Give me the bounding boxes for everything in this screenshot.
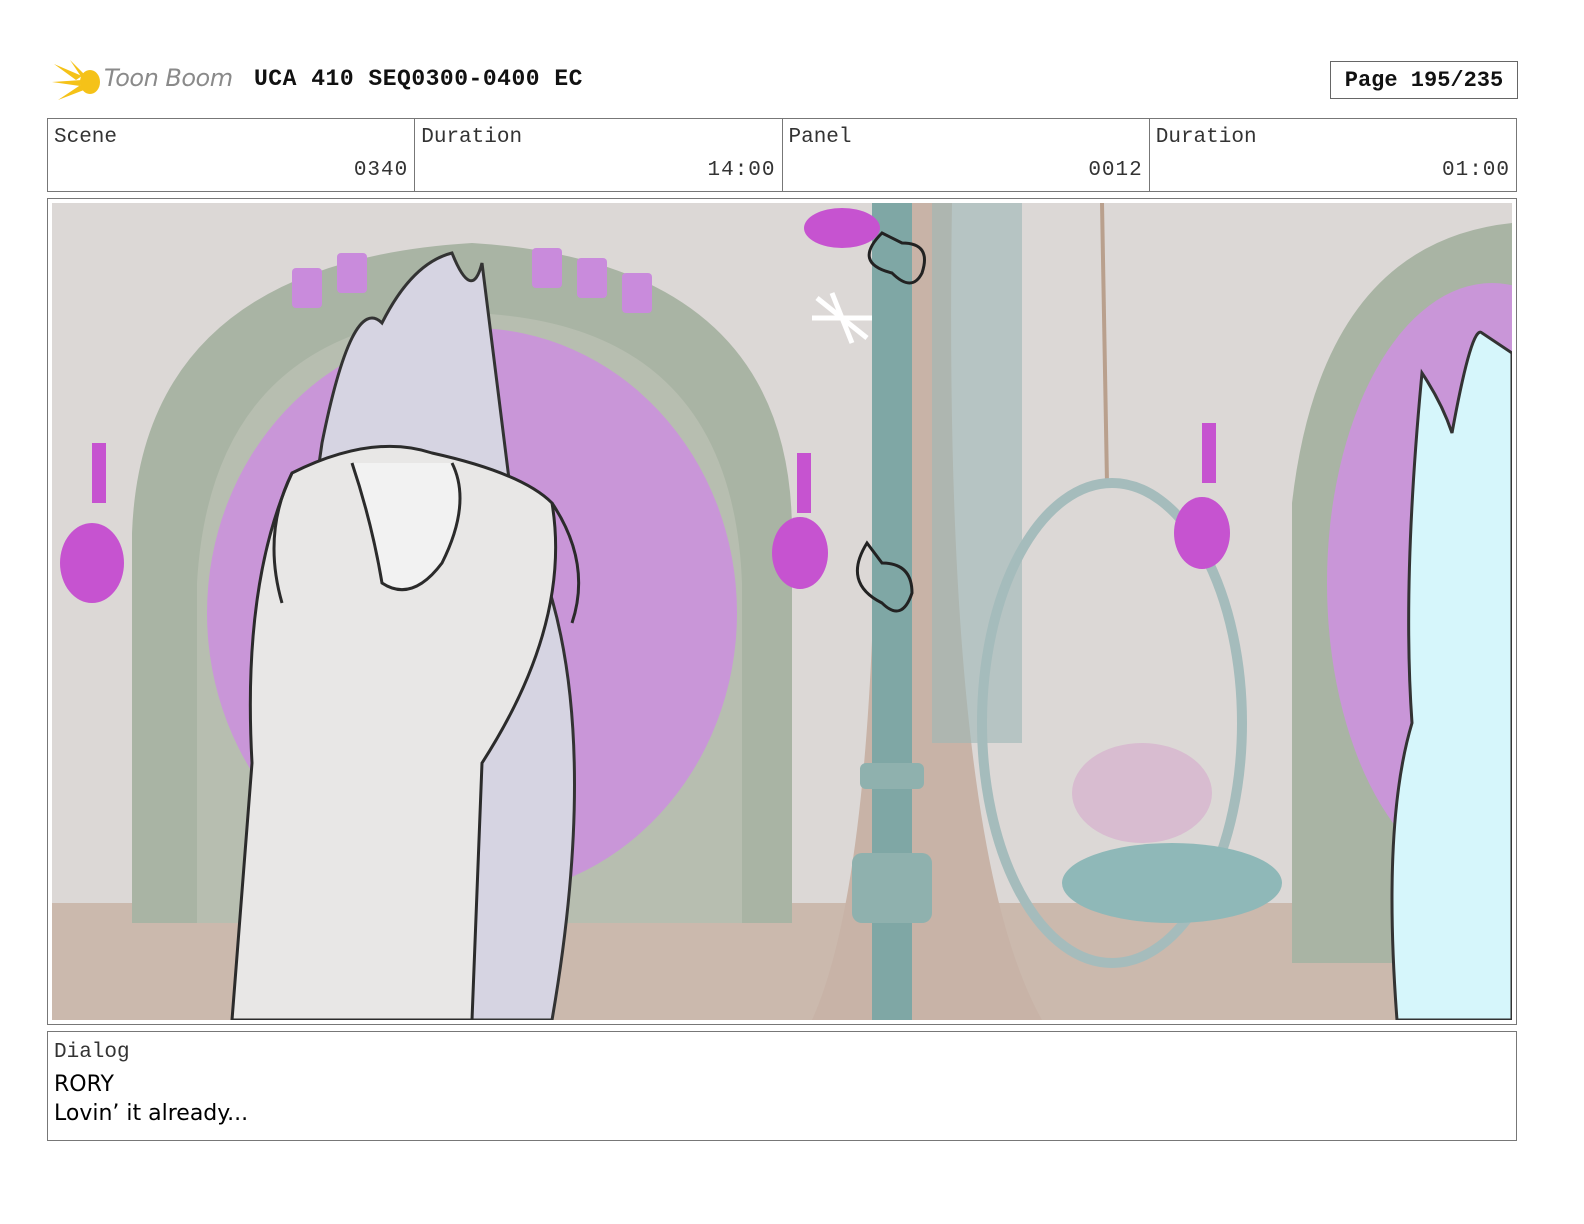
logo-text: Toon Boom [104, 64, 233, 92]
panel-duration-value: 01:00 [1441, 159, 1510, 182]
scene-cell: Scene 0340 [48, 119, 416, 191]
scene-value: 0340 [353, 159, 409, 182]
panel-duration-cell: Duration 01:00 [1150, 119, 1516, 191]
storyboard-sketch-image [52, 203, 1512, 1020]
scene-label: Scene [54, 126, 118, 149]
panel-label: Panel [788, 126, 852, 149]
panel-duration-label: Duration [1155, 126, 1257, 149]
dialog-box: Dialog RORY Lovin’ it already... [47, 1031, 1517, 1141]
dialog-label: Dialog [54, 1041, 130, 1064]
panel-cell: Panel 0012 [783, 119, 1150, 191]
dialog-line: Lovin’ it already... [54, 1101, 249, 1126]
storyboard-panel [47, 198, 1517, 1025]
document-title: UCA 410 SEQ0300-0400 EC [254, 66, 583, 92]
page-number: Page 195/235 [1330, 61, 1518, 99]
panel-info-row: Scene 0340 Duration 14:00 Panel 0012 Dur… [47, 118, 1517, 192]
scene-duration-cell: Duration 14:00 [415, 119, 783, 191]
scene-duration-value: 14:00 [707, 159, 776, 182]
dialog-speaker: RORY [54, 1072, 114, 1097]
panel-value: 0012 [1088, 159, 1143, 182]
scene-duration-label: Duration [421, 126, 523, 149]
